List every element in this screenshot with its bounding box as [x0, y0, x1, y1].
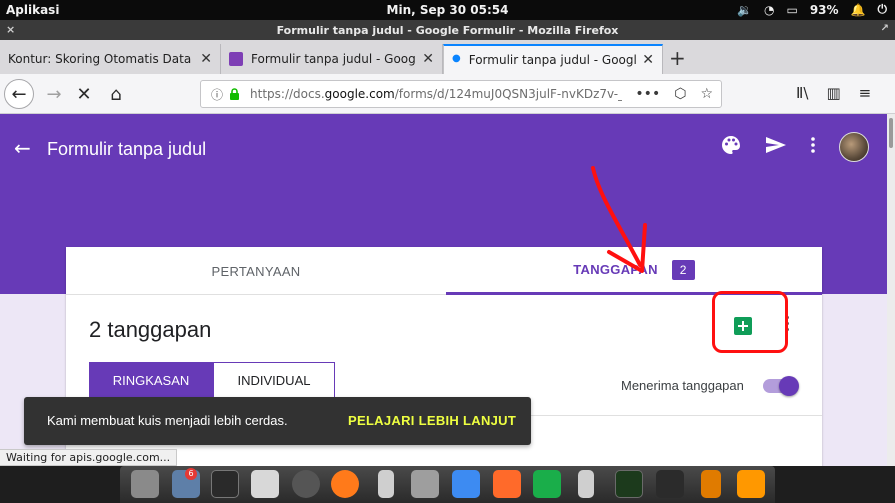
wps-writer-icon[interactable] — [452, 470, 480, 498]
scrollbar-thumb[interactable] — [889, 118, 893, 148]
notifications-icon[interactable]: 🔔 — [851, 3, 866, 17]
send-icon[interactable] — [765, 136, 787, 158]
library-icon[interactable]: Ⅱ\ — [796, 84, 808, 102]
window-title: Formulir tanpa judul - Google Formulir -… — [276, 24, 619, 37]
tab-questions[interactable]: PERTANYAAN — [66, 247, 446, 295]
browser-tab-active[interactable]: ● Formulir tanpa judul - Google Fo ✕ — [443, 44, 663, 74]
accepting-responses-label: Menerima tanggapan — [621, 378, 744, 393]
forms-header-actions — [721, 132, 869, 162]
address-bar[interactable]: ⓘ https://docs.google.com/forms/d/124muJ… — [200, 80, 722, 108]
annotation-highlight-box — [712, 291, 788, 353]
browser-tab-strip: Kontur: Skoring Otomatis Data Dari G ✕ F… — [0, 40, 895, 74]
address-bar-actions: ••• ⬡ ☆ — [635, 86, 713, 102]
vlc-icon[interactable] — [701, 470, 721, 498]
individual-view-button[interactable]: INDIVIDUAL — [213, 362, 335, 398]
window-resize-icon[interactable]: ↗ — [881, 23, 889, 34]
window-titlebar: × Formulir tanpa judul - Google Formulir… — [0, 20, 895, 40]
system-tray: 🔉 ◔ ▭ 93% 🔔 ⏻ — [737, 2, 887, 17]
sublime-text-icon[interactable] — [737, 470, 765, 498]
browser-tab-label: Kontur: Skoring Otomatis Data Dari G — [8, 52, 194, 66]
desktop-screen: Aplikasi Min, Sep 30 05:54 🔉 ◔ ▭ 93% 🔔 ⏻… — [0, 0, 895, 503]
accepting-responses-toggle[interactable] — [763, 376, 799, 396]
url-text[interactable]: https://docs.google.com/forms/d/124muJ0Q… — [250, 87, 622, 101]
system-monitor-icon[interactable] — [615, 470, 643, 498]
snackbar: Kami membuat kuis menjadi lebih cerdas. … — [24, 397, 531, 445]
forward-arrow-icon[interactable]: → — [40, 80, 68, 108]
page-scrollbar[interactable] — [887, 114, 895, 503]
google-forms-favicon-icon — [229, 52, 243, 66]
sidebar-icon[interactable]: ▥ — [826, 84, 840, 102]
store-updates-badge: 6 — [185, 468, 197, 480]
form-title[interactable]: Formulir tanpa judul — [47, 139, 206, 160]
tab-close-icon[interactable]: ✕ — [416, 51, 434, 67]
site-info-icon[interactable]: ⓘ — [211, 86, 223, 103]
form-tabs: PERTANYAAN TANGGAPAN 2 — [66, 247, 822, 295]
wps-spreadsheet-icon[interactable] — [533, 470, 561, 498]
navigation-toolbar: ← → ✕ ⌂ ⓘ https://docs.google.com/forms/… — [0, 74, 895, 114]
palette-icon[interactable] — [721, 135, 741, 159]
browser-status-text: Waiting for apis.google.com... — [0, 449, 178, 466]
learn-more-button[interactable]: PELAJARI LEBIH LANJUT — [348, 413, 516, 428]
secure-lock-icon[interactable] — [229, 88, 240, 100]
forms-back-arrow-icon[interactable]: ← — [14, 136, 31, 160]
power-icon[interactable]: ⏻ — [878, 2, 888, 17]
snackbar-message: Kami membuat kuis menjadi lebih cerdas. — [47, 413, 288, 428]
browser-tab[interactable]: Kontur: Skoring Otomatis Data Dari G ✕ — [0, 44, 221, 74]
wps-presentation-icon[interactable] — [493, 470, 521, 498]
usb-icon[interactable] — [578, 470, 594, 498]
settings-toggle-icon[interactable] — [251, 470, 279, 498]
more-vertical-icon[interactable] — [811, 137, 815, 157]
inkscape-icon[interactable] — [656, 470, 684, 498]
files-icon[interactable] — [131, 470, 159, 498]
summary-view-button[interactable]: RINGKASAN — [89, 362, 213, 398]
toggle-knob — [779, 376, 799, 396]
toolbar-right-icons: Ⅱ\ ▥ ≡ — [796, 84, 871, 102]
loading-dot-icon: ● — [452, 53, 461, 64]
tab-close-icon[interactable]: ✕ — [636, 52, 654, 68]
new-tab-plus-icon[interactable]: + — [669, 46, 686, 70]
view-toggle: RINGKASAN INDIVIDUAL — [89, 362, 335, 398]
wifi-icon[interactable]: ◔ — [764, 3, 774, 17]
battery-percentage: 93% — [809, 2, 839, 17]
avatar[interactable] — [839, 132, 869, 162]
hamburger-menu-icon[interactable]: ≡ — [859, 84, 872, 102]
terminal-icon[interactable] — [211, 470, 239, 498]
tab-close-icon[interactable]: ✕ — [194, 51, 212, 67]
usb-installer-icon[interactable] — [378, 470, 394, 498]
pocket-icon[interactable]: ⬡ — [674, 86, 686, 102]
bookmark-star-icon[interactable]: ☆ — [700, 86, 713, 102]
responses-count-badge: 2 — [671, 259, 695, 280]
scanner-icon[interactable] — [411, 470, 439, 498]
page-actions-icon[interactable]: ••• — [635, 86, 660, 102]
home-icon[interactable]: ⌂ — [102, 80, 130, 108]
browser-tab-label: Formulir tanpa judul - Google Fo — [468, 53, 637, 67]
volume-icon[interactable]: 🔉 — [737, 3, 752, 17]
responses-card: PERTANYAAN TANGGAPAN 2 2 tanggapan RINGK… — [66, 247, 822, 503]
firefox-icon[interactable] — [331, 470, 359, 498]
battery-icon[interactable]: ▭ — [786, 3, 797, 17]
back-arrow-icon[interactable]: ← — [4, 79, 34, 109]
browser-tab[interactable]: Formulir tanpa judul - Google Fo ✕ — [221, 44, 443, 74]
webcam-icon[interactable] — [292, 470, 320, 498]
stop-loading-icon[interactable]: ✕ — [70, 80, 98, 108]
annotation-arrow-icon — [591, 166, 647, 273]
system-top-bar: Aplikasi Min, Sep 30 05:54 🔉 ◔ ▭ 93% 🔔 ⏻ — [0, 0, 895, 20]
responses-count-heading: 2 tanggapan — [89, 317, 212, 342]
browser-tab-label: Formulir tanpa judul - Google Fo — [251, 52, 416, 66]
